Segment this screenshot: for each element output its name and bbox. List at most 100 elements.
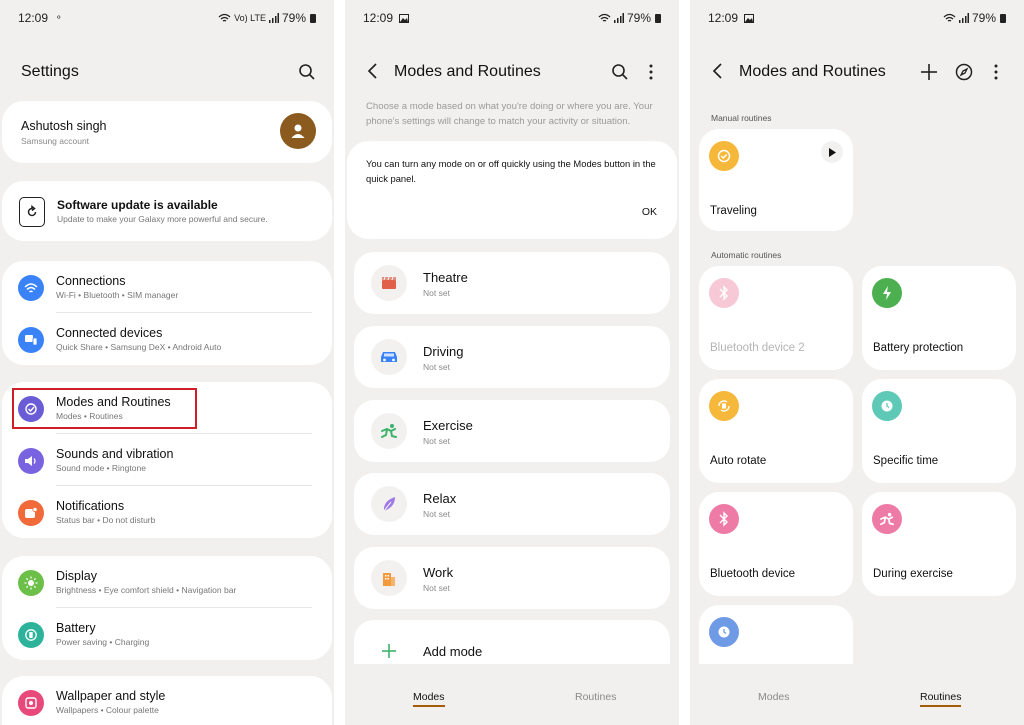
item-title: Notifications: [56, 499, 125, 513]
settings-screen: 12:09 ⚬ Vo) LTE 79% Settings Ashutosh si…: [0, 0, 334, 725]
back-icon[interactable]: [365, 61, 381, 81]
mode-relax[interactable]: Relax Not set: [354, 473, 670, 535]
battery-icon: [18, 622, 44, 648]
clock-icon: [872, 391, 902, 421]
bluetooth-icon: [709, 504, 739, 534]
network-label: Vo) LTE: [234, 13, 266, 23]
item-sub: Wallpapers • Colour palette: [56, 705, 159, 715]
tab-routines[interactable]: Routines: [920, 691, 962, 707]
play-button[interactable]: [821, 141, 843, 163]
tab-modes[interactable]: Modes: [758, 691, 790, 703]
play-icon: [829, 147, 836, 157]
modes-description: Choose a mode based on what you're doing…: [366, 101, 653, 127]
page-title: Modes and Routines: [394, 63, 541, 80]
signal-speed-icon: ⚬: [55, 12, 63, 22]
cell-signal-icon: [958, 13, 969, 23]
software-update-card[interactable]: Software update is available Update to m…: [2, 181, 332, 241]
exercise-icon: [371, 413, 407, 449]
add-mode-label: Add mode: [423, 644, 483, 659]
search-icon: [612, 64, 628, 80]
status-bar: 12:09 ⚬ Vo) LTE 79%: [18, 11, 316, 27]
search-button[interactable]: [609, 60, 631, 84]
notice-message: You can turn any mode on or off quickly …: [366, 158, 656, 184]
mode-title: Theatre: [423, 270, 468, 285]
settings-item-wallpaper[interactable]: Wallpaper and style Wallpapers • Colour …: [2, 678, 332, 725]
item-sub: Sound mode • Ringtone: [56, 463, 146, 473]
settings-item-notifications[interactable]: Notifications Status bar • Do not distur…: [2, 488, 332, 540]
routine-during-exercise[interactable]: During exercise: [862, 492, 1016, 596]
settings-item-sounds[interactable]: Sounds and vibration Sound mode • Ringto…: [2, 436, 332, 488]
ok-button[interactable]: OK: [642, 206, 657, 218]
gallery-status-icon: [399, 14, 409, 23]
bottom-tabs: Modes Routines: [345, 664, 679, 725]
settings-group-3: Display Brightness • Eye comfort shield …: [2, 556, 332, 660]
search-button[interactable]: [296, 60, 318, 84]
brightness-icon: [18, 570, 44, 596]
mode-theatre[interactable]: Theatre Not set: [354, 252, 670, 314]
settings-item-connected-devices[interactable]: Connected devices Quick Share • Samsung …: [2, 315, 332, 367]
cell-signal-icon: [268, 13, 279, 23]
mode-status: Not set: [423, 509, 450, 519]
automatic-routines-label: Automatic routines: [711, 250, 782, 260]
settings-item-battery[interactable]: Battery Power saving • Charging: [2, 610, 332, 662]
tab-routines[interactable]: Routines: [575, 691, 616, 703]
exercise-icon: [872, 504, 902, 534]
routine-title: Auto rotate: [710, 455, 767, 467]
divider: [56, 433, 312, 434]
mode-title: Driving: [423, 344, 464, 359]
more-options-button[interactable]: [985, 60, 1007, 84]
routine-bluetooth-device[interactable]: Bluetooth device: [699, 492, 853, 596]
status-bar: 12:09 79%: [708, 11, 1006, 27]
search-icon: [299, 64, 315, 80]
profile-sub: Samsung account: [21, 136, 90, 146]
battery-status-icon: [655, 13, 661, 23]
settings-item-connections[interactable]: Connections Wi-Fi • Bluetooth • SIM mana…: [2, 263, 332, 315]
settings-item-display[interactable]: Display Brightness • Eye comfort shield …: [2, 558, 332, 610]
add-routine-button[interactable]: [918, 60, 940, 84]
bottom-tabs: Modes Routines: [690, 664, 1024, 725]
tab-modes[interactable]: Modes: [413, 691, 445, 707]
theatre-icon: [371, 265, 407, 301]
discover-button[interactable]: [953, 60, 975, 84]
mode-status: Not set: [423, 583, 450, 593]
status-bar: 12:09 79%: [363, 11, 661, 27]
bolt-icon: [872, 278, 902, 308]
item-title: Sounds and vibration: [56, 447, 174, 461]
mode-title: Relax: [423, 491, 457, 506]
wifi-status-icon: [218, 13, 231, 22]
item-sub: Status bar • Do not disturb: [56, 515, 156, 525]
divider: [56, 485, 312, 486]
item-title: Connected devices: [56, 326, 163, 340]
page-title: Settings: [21, 63, 79, 80]
mode-exercise[interactable]: Exercise Not set: [354, 400, 670, 462]
mode-work[interactable]: Work Not set: [354, 547, 670, 609]
mode-title: Work: [423, 565, 454, 580]
more-vert-icon: [649, 64, 653, 80]
item-sub: Brightness • Eye comfort shield • Naviga…: [56, 585, 237, 595]
wallpaper-icon: [18, 690, 44, 716]
mode-driving[interactable]: Driving Not set: [354, 326, 670, 388]
status-time: 12:09: [363, 11, 394, 25]
divider: [56, 312, 312, 313]
routines-screen: 12:09 79% Modes and Routines Manual rout…: [690, 0, 1024, 725]
highlight-box: [12, 388, 197, 429]
routine-title: Bluetooth device: [710, 568, 796, 580]
routine-traveling[interactable]: Traveling: [699, 129, 853, 231]
routine-title: Traveling: [710, 205, 757, 217]
routine-battery-protection[interactable]: Battery protection: [862, 266, 1016, 370]
divider: [56, 607, 312, 608]
profile-card[interactable]: Ashutosh singh Samsung account: [2, 101, 332, 163]
item-sub: Quick Share • Samsung DeX • Android Auto: [56, 342, 222, 352]
avatar[interactable]: [280, 113, 316, 149]
routine-specific-time[interactable]: Specific time: [862, 379, 1016, 483]
routine-bluetooth-device-2[interactable]: Bluetooth device 2: [699, 266, 853, 370]
wifi-status-icon: [943, 13, 956, 22]
item-title: Wallpaper and style: [56, 689, 166, 703]
cell-signal-icon: [613, 13, 624, 23]
compass-icon: [955, 63, 973, 81]
item-sub: Power saving • Charging: [56, 637, 150, 647]
back-icon[interactable]: [710, 61, 726, 81]
devices-icon: [18, 327, 44, 353]
routine-auto-rotate[interactable]: Auto rotate: [699, 379, 853, 483]
more-options-button[interactable]: [640, 60, 662, 84]
